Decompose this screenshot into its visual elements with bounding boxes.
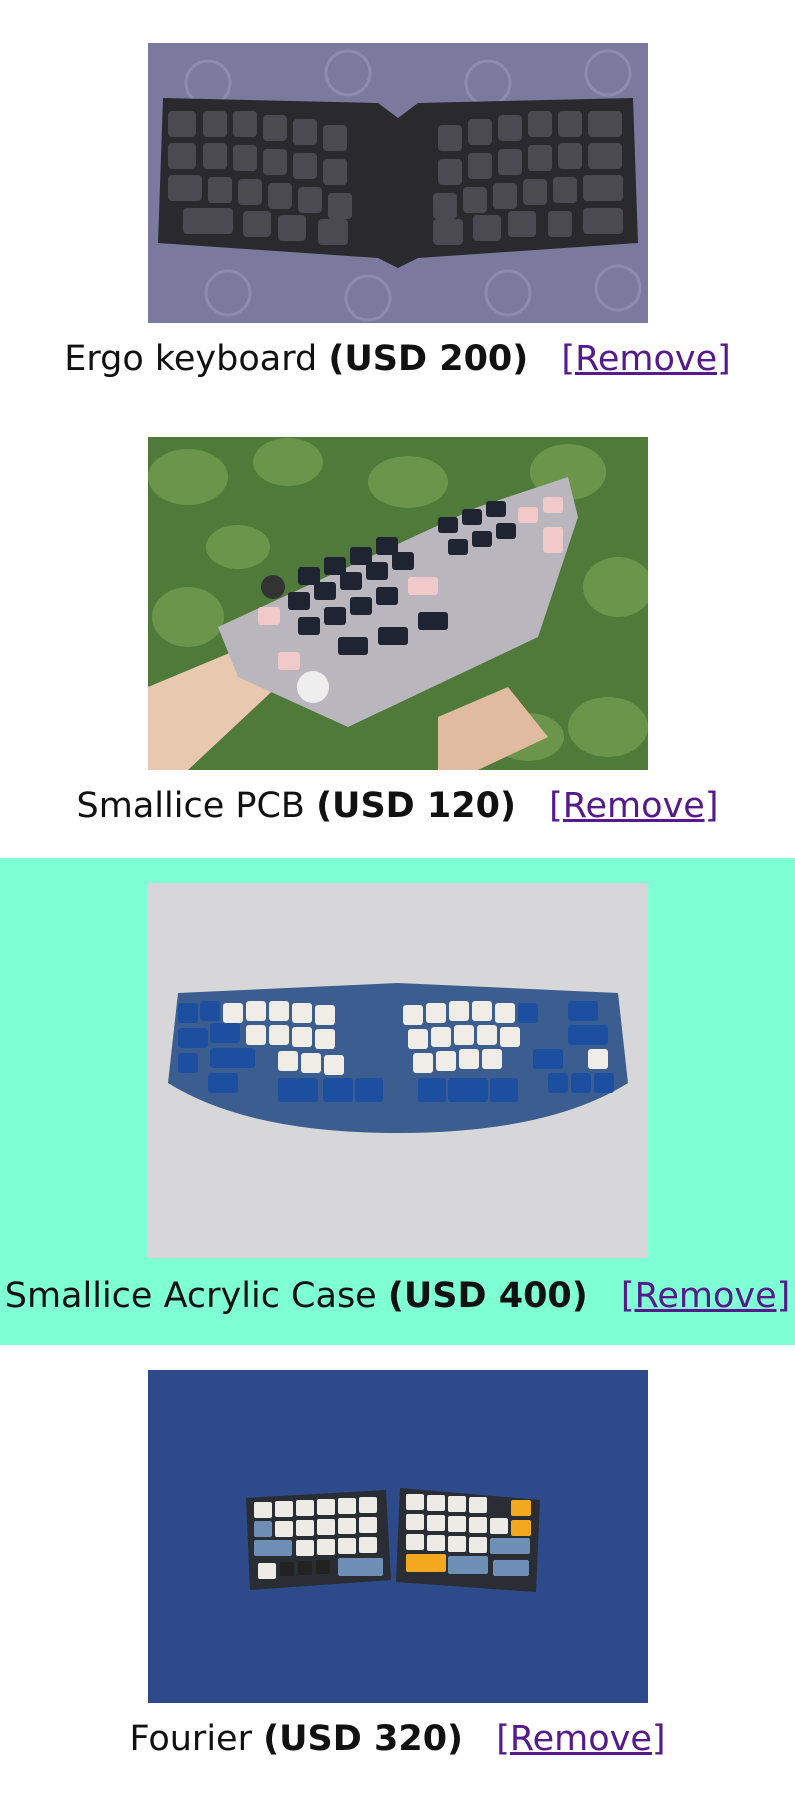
ergo-keyboard-image — [147, 43, 648, 323]
smallice-pcb-image — [147, 437, 648, 770]
cart-item-caption: Ergo keyboard (USD 200) [Remove] — [0, 339, 795, 379]
remove-link[interactable]: [Remove] — [621, 1276, 790, 1316]
product-name: Smallice Acrylic Case — [4, 1276, 377, 1316]
product-price: (USD 400) — [387, 1276, 588, 1316]
cart-item: Ergo keyboard (USD 200) [Remove] — [0, 0, 795, 400]
cart-item: Fourier (USD 320) [Remove] — [0, 1345, 795, 1807]
product-name: Fourier — [129, 1719, 252, 1759]
product-price: (USD 320) — [263, 1719, 464, 1759]
cart-item-caption: Smallice Acrylic Case (USD 400) [Remove] — [0, 1276, 795, 1316]
product-name: Ergo keyboard — [64, 339, 318, 379]
remove-link[interactable]: [Remove] — [496, 1719, 665, 1759]
fourier-keyboard-image — [147, 1370, 648, 1703]
remove-link[interactable]: [Remove] — [549, 786, 718, 826]
product-price: (USD 200) — [328, 339, 529, 379]
remove-link[interactable]: [Remove] — [561, 339, 730, 379]
cart-item-caption: Fourier (USD 320) [Remove] — [0, 1719, 795, 1759]
cart-item-caption: Smallice PCB (USD 120) [Remove] — [0, 786, 795, 826]
product-price: (USD 120) — [316, 786, 516, 826]
smallice-acrylic-case-image — [147, 883, 648, 1258]
cart-item-selected: Smallice Acrylic Case (USD 400) [Remove] — [0, 858, 795, 1345]
product-name: Smallice PCB — [76, 786, 305, 826]
cart-item: Smallice PCB (USD 120) [Remove] — [0, 400, 795, 858]
